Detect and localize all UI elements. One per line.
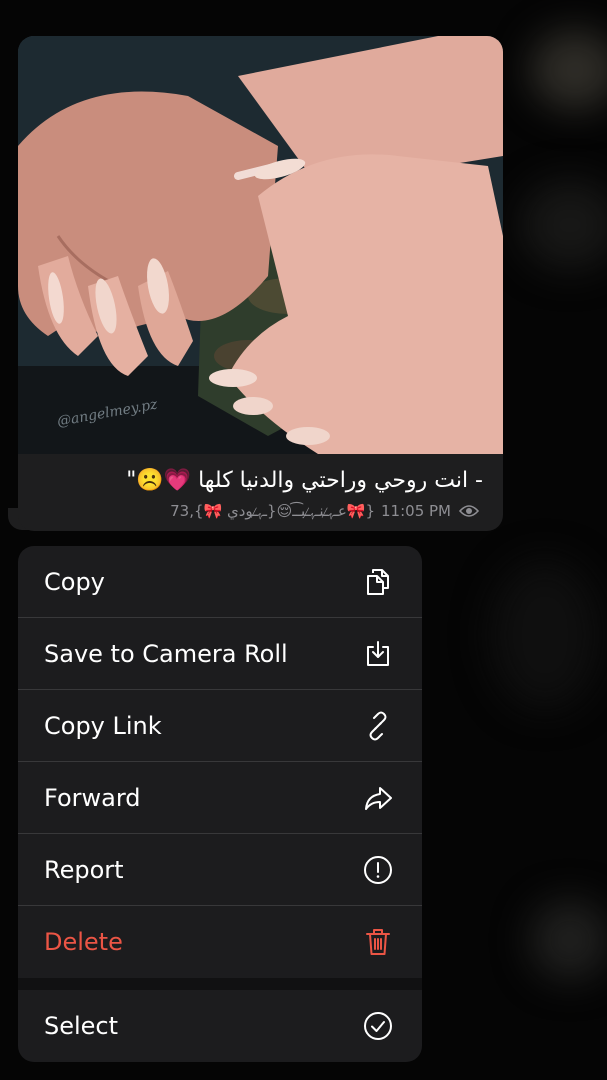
view-count: 73 — [170, 502, 190, 520]
menu-item-delete[interactable]: Delete — [18, 906, 422, 978]
menu-item-select[interactable]: Select — [18, 990, 422, 1062]
menu-item-label: Save to Camera Roll — [44, 640, 288, 668]
menu-item-label: Report — [44, 856, 124, 884]
message-meta: 73 {🎀عـﮩ̷̷ـنـﮩ̷̷ـبـ͡ـ😌{ـﮩ̷̷ـودي 🎀}, 11:0… — [18, 502, 485, 520]
menu-item-copy-link[interactable]: Copy Link — [18, 690, 422, 762]
message-time: 11:05 PM — [381, 502, 451, 520]
context-menu: Copy Save to Camera Roll Copy Link Forwa… — [18, 546, 422, 1062]
trash-icon — [362, 926, 394, 958]
sender-signature: {🎀عـﮩ̷̷ـنـﮩ̷̷ـبـ͡ـ😌{ـﮩ̷̷ـودي 🎀}, — [189, 502, 376, 520]
menu-item-copy[interactable]: Copy — [18, 546, 422, 618]
message-caption: - انت روحي وراحتي والدنيا كلها 💗☹️" — [126, 468, 483, 493]
background-blur — [530, 900, 607, 980]
menu-item-forward[interactable]: Forward — [18, 762, 422, 834]
background-blur — [520, 180, 607, 270]
menu-item-label: Copy — [44, 568, 105, 596]
forward-icon — [362, 782, 394, 814]
menu-item-label: Select — [44, 1012, 119, 1040]
menu-separator — [18, 978, 422, 990]
copy-icon — [362, 566, 394, 598]
download-icon — [362, 638, 394, 670]
eye-icon — [459, 504, 479, 518]
menu-item-save-to-camera-roll[interactable]: Save to Camera Roll — [18, 618, 422, 690]
menu-item-report[interactable]: Report — [18, 834, 422, 906]
menu-item-label: Delete — [44, 928, 123, 956]
background-blur — [490, 560, 600, 710]
link-icon — [362, 710, 394, 742]
message-photo[interactable]: @angelmey.pz — [18, 36, 503, 454]
background-blur — [530, 30, 607, 110]
menu-item-label: Copy Link — [44, 712, 162, 740]
report-icon — [362, 854, 394, 886]
message-bubble[interactable]: @angelmey.pz - انت روحي وراحتي والدنيا ك… — [18, 36, 503, 531]
menu-item-label: Forward — [44, 784, 141, 812]
checkmark-circle-icon — [362, 1010, 394, 1042]
photo-illustration: @angelmey.pz — [18, 36, 503, 454]
